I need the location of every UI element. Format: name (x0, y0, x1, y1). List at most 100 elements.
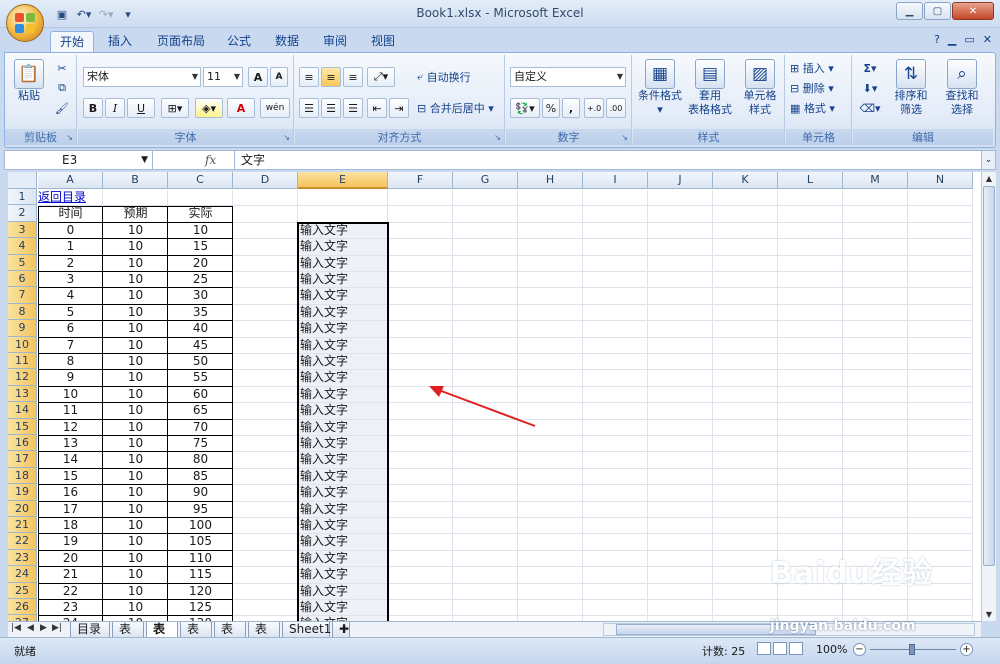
cell[interactable] (778, 501, 843, 518)
cell[interactable] (713, 550, 778, 568)
cell[interactable] (648, 222, 713, 240)
cell[interactable] (388, 583, 453, 600)
cell[interactable] (518, 468, 583, 486)
cell[interactable] (518, 272, 583, 289)
table-cell[interactable]: 100 (168, 518, 233, 534)
e-column-cell[interactable]: 输入文字 (298, 419, 388, 436)
cell[interactable] (583, 190, 648, 207)
cell[interactable] (388, 321, 453, 338)
cell[interactable] (648, 239, 713, 256)
column-header-h[interactable]: H (518, 172, 583, 189)
cell[interactable] (843, 222, 908, 240)
cell[interactable] (648, 386, 713, 404)
row-header[interactable]: 15 (8, 418, 37, 435)
table-cell[interactable]: 40 (168, 321, 233, 337)
percent-button[interactable]: % (542, 98, 560, 118)
e-column-cell[interactable]: 输入文字 (298, 337, 388, 354)
office-button[interactable] (6, 4, 44, 42)
row-header[interactable]: 22 (8, 533, 37, 550)
row-header[interactable]: 25 (8, 582, 37, 599)
row-header[interactable]: 3 (8, 221, 37, 239)
cell[interactable] (778, 452, 843, 469)
table-cell[interactable]: 9 (38, 370, 103, 386)
cell[interactable] (713, 370, 778, 387)
cell[interactable] (388, 436, 453, 453)
tab-view[interactable]: 视图 (362, 31, 404, 52)
dialog-launcher-icon[interactable]: ↘ (283, 133, 290, 142)
sheet-tab[interactable]: 表2 (146, 622, 178, 651)
row-header[interactable]: 16 (8, 435, 37, 452)
cell[interactable] (453, 222, 518, 240)
cell[interactable] (388, 419, 453, 436)
cell[interactable] (233, 190, 298, 207)
cell[interactable] (778, 419, 843, 436)
cell[interactable] (233, 600, 298, 617)
tab-data[interactable]: 数据 (266, 31, 308, 52)
cell[interactable] (713, 337, 778, 354)
cell[interactable] (233, 403, 298, 420)
cell[interactable] (648, 190, 713, 207)
insert-sheet-icon[interactable]: ✚ (332, 622, 350, 638)
table-cell[interactable]: 70 (168, 420, 233, 436)
table-cell[interactable]: 120 (168, 584, 233, 600)
sheet-tab[interactable]: Sheet1 (282, 622, 331, 638)
expand-formula-bar-icon[interactable]: ⌄ (981, 151, 995, 169)
cell[interactable] (778, 255, 843, 272)
cell[interactable] (713, 419, 778, 436)
cell[interactable] (778, 468, 843, 486)
cell[interactable] (388, 534, 453, 551)
column-header-d[interactable]: D (233, 172, 298, 189)
cell[interactable] (648, 403, 713, 420)
cell[interactable] (518, 239, 583, 256)
table-cell[interactable]: 80 (168, 452, 233, 468)
cell[interactable] (518, 321, 583, 338)
cell[interactable] (388, 255, 453, 272)
e-column-cell[interactable]: 输入文字 (298, 272, 388, 289)
maximize-button[interactable]: ▢ (924, 2, 951, 20)
cell[interactable] (778, 354, 843, 371)
table-cell[interactable]: 20 (38, 551, 103, 567)
cell[interactable] (453, 190, 518, 207)
cell[interactable] (843, 255, 908, 272)
cell[interactable] (518, 370, 583, 387)
align-bottom-icon[interactable]: ≡ (343, 67, 363, 87)
cell[interactable] (388, 288, 453, 305)
cell[interactable] (388, 272, 453, 289)
cell[interactable] (648, 370, 713, 387)
cell[interactable] (233, 386, 298, 404)
cell[interactable] (233, 468, 298, 486)
cell[interactable] (778, 518, 843, 535)
currency-icon[interactable]: 💱▾ (510, 98, 540, 118)
cell[interactable] (518, 583, 583, 600)
cell[interactable] (583, 255, 648, 272)
name-box[interactable]: E3 ▼ (5, 151, 153, 169)
table-cell[interactable]: 95 (168, 502, 233, 518)
row-header[interactable]: 26 (8, 599, 37, 616)
tab-insert[interactable]: 插入 (99, 31, 141, 52)
table-header[interactable]: 实际 (168, 206, 233, 222)
cell[interactable] (388, 239, 453, 256)
cell[interactable] (453, 485, 518, 502)
cell[interactable] (233, 567, 298, 584)
cell[interactable] (713, 534, 778, 551)
cell[interactable] (908, 468, 973, 486)
cell[interactable] (778, 288, 843, 305)
cell[interactable] (908, 206, 973, 223)
bold-button[interactable]: B (83, 98, 103, 118)
cell[interactable] (518, 190, 583, 207)
table-cell[interactable]: 30 (168, 288, 233, 304)
page-break-view-icon[interactable] (789, 642, 803, 655)
cell[interactable] (583, 583, 648, 600)
cell[interactable] (583, 468, 648, 486)
row-header[interactable]: 7 (8, 287, 37, 304)
cell[interactable] (583, 337, 648, 354)
fill-color-icon[interactable]: ◈▾ (195, 98, 223, 118)
copy-icon[interactable]: ⧉ (53, 79, 71, 97)
table-header[interactable]: 时间 (38, 206, 103, 222)
align-right-icon[interactable]: ☰ (343, 98, 363, 118)
cell[interactable] (843, 370, 908, 387)
cell[interactable] (233, 272, 298, 289)
cell[interactable] (233, 452, 298, 469)
table-cell[interactable]: 5 (38, 305, 103, 321)
cell[interactable] (583, 354, 648, 371)
